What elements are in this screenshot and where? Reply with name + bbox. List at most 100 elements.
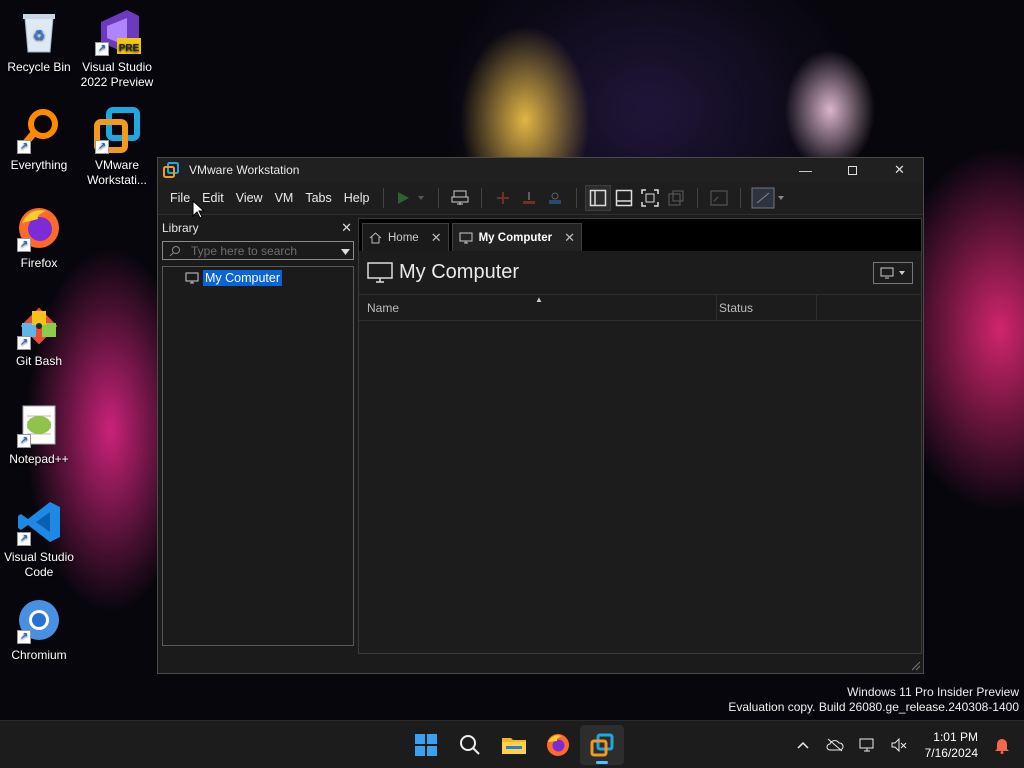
- full-screen-icon: [641, 189, 660, 207]
- computer-icon: [459, 232, 473, 243]
- menu-vm[interactable]: VM: [269, 187, 300, 209]
- title-bar[interactable]: VMware Workstation — ✕: [158, 158, 923, 182]
- everything-search-icon: ↗: [15, 106, 63, 154]
- view-options-button[interactable]: [873, 261, 913, 284]
- minimize-button[interactable]: —: [782, 158, 829, 182]
- window-title: VMware Workstation: [189, 163, 300, 177]
- tab-label: Home: [388, 231, 419, 244]
- menu-view[interactable]: View: [230, 187, 269, 209]
- column-header-row: ▲ Name Status: [359, 295, 921, 321]
- shortcut-arrow-icon: ↗: [17, 238, 31, 252]
- power-on-button[interactable]: [392, 185, 430, 211]
- desktop-icon-label: Everything: [10, 158, 68, 172]
- library-tree: My Computer: [162, 266, 354, 646]
- search-dropdown-button[interactable]: [337, 244, 353, 258]
- mouse-cursor-icon: [192, 200, 204, 219]
- desktop-icon-visual-studio-2022-preview[interactable]: PRE ↗ Visual Studio 2022 Preview: [78, 8, 156, 90]
- menu-toolbar: File Edit View VM Tabs Help: [158, 182, 923, 215]
- notifications-button[interactable]: [986, 736, 1018, 754]
- stretch-guest-icon: [751, 187, 785, 209]
- clock-time: 1:01 PM: [933, 730, 978, 744]
- system-tray: 1:01 PM 7/16/2024: [787, 721, 1024, 768]
- tab-close-icon[interactable]: ✕: [431, 230, 442, 246]
- tab-close-icon[interactable]: ✕: [564, 230, 575, 246]
- send-ctrl-alt-del-button[interactable]: [447, 185, 473, 211]
- column-header-status[interactable]: Status: [717, 295, 817, 320]
- folder-icon: [502, 738, 526, 754]
- snapshot-button[interactable]: [490, 185, 516, 211]
- show-thumbnail-bar-button[interactable]: [611, 185, 637, 211]
- tree-item-label: My Computer: [203, 270, 283, 286]
- library-search-input[interactable]: Type here to search: [181, 244, 337, 258]
- network-tray-button[interactable]: [851, 737, 883, 753]
- firefox-icon: [547, 734, 569, 756]
- library-search-box[interactable]: Type here to search: [162, 241, 354, 260]
- snapshot-manager-button[interactable]: [542, 185, 568, 211]
- library-panel-icon: [590, 189, 607, 207]
- keyboard-icon: [451, 190, 469, 205]
- tab-my-computer[interactable]: My Computer ✕: [451, 223, 582, 251]
- taskbar-search-button[interactable]: [448, 725, 492, 765]
- toolbar-divider: [740, 188, 742, 208]
- desktop-icon-git-bash[interactable]: ↗ Git Bash: [0, 302, 78, 369]
- windows-logo-icon: [415, 734, 437, 756]
- desktop-icon-everything[interactable]: ↗ Everything: [0, 106, 78, 173]
- desktop-icon-label: Recycle Bin: [7, 60, 71, 74]
- full-screen-button[interactable]: [637, 185, 663, 211]
- sort-ascending-icon: ▲: [535, 295, 543, 304]
- close-icon: ✕: [894, 162, 905, 177]
- shortcut-arrow-icon: ↗: [17, 532, 31, 546]
- windows-watermark: Windows 11 Pro Insider Preview Evaluatio…: [728, 685, 1019, 715]
- start-button[interactable]: [404, 725, 448, 765]
- home-icon: [369, 231, 382, 243]
- resize-grip-icon[interactable]: [911, 661, 921, 671]
- console-view-button[interactable]: [706, 185, 732, 211]
- onedrive-tray-button[interactable]: [819, 738, 851, 752]
- shortcut-arrow-icon: ↗: [95, 140, 109, 154]
- library-title: Library: [162, 221, 199, 235]
- recycle-bin-icon: ♻: [15, 8, 63, 56]
- taskbar-vmware-workstation[interactable]: [580, 725, 624, 765]
- search-icon: [460, 735, 480, 755]
- shortcut-arrow-icon: ↗: [17, 434, 31, 448]
- desktop-icon-label: Git Bash: [15, 354, 63, 368]
- desktop-icon-label: Visual Studio Code: [4, 550, 74, 579]
- menu-tabs[interactable]: Tabs: [299, 187, 337, 209]
- maximize-button[interactable]: [829, 158, 876, 182]
- column-label: Status: [719, 300, 754, 315]
- show-hidden-icons-button[interactable]: [787, 741, 819, 749]
- vmware-app-icon: [163, 162, 179, 178]
- library-close-button[interactable]: ✕: [341, 220, 352, 236]
- desktop-icon-firefox[interactable]: ↗ Firefox: [0, 204, 78, 271]
- taskbar-file-explorer[interactable]: [492, 725, 536, 765]
- tree-item-my-computer[interactable]: My Computer: [185, 269, 353, 287]
- desktop-icon-visual-studio-code[interactable]: ↗ Visual Studio Code: [0, 498, 78, 580]
- maximize-icon: [848, 165, 857, 175]
- desktop-icon-chromium[interactable]: ↗ Chromium: [0, 596, 78, 663]
- vmware-icon: [590, 733, 614, 757]
- desktop-icon-label: Notepad++: [9, 452, 69, 466]
- page-header: My Computer: [359, 251, 921, 295]
- taskbar-clock[interactable]: 1:01 PM 7/16/2024: [925, 729, 978, 761]
- unity-icon: [668, 190, 684, 206]
- column-label: Name: [367, 300, 400, 315]
- library-header: Library ✕: [162, 218, 354, 238]
- toolbar-divider: [438, 188, 440, 208]
- minimize-icon: —: [799, 162, 812, 178]
- page-title: My Computer: [399, 261, 520, 283]
- desktop-icon-vmware-workstation[interactable]: ↗ VMware Workstati...: [78, 106, 156, 188]
- play-icon: [398, 192, 425, 204]
- library-panel: Library ✕ Type here to search My Compute…: [162, 218, 354, 651]
- tab-home[interactable]: Home ✕: [362, 223, 449, 251]
- show-library-button[interactable]: [585, 185, 612, 211]
- unity-button[interactable]: [663, 185, 689, 211]
- taskbar-firefox[interactable]: [536, 725, 580, 765]
- vscode-icon: ↗: [15, 498, 63, 546]
- revert-snapshot-button[interactable]: [516, 185, 542, 211]
- desktop-icon-recycle-bin[interactable]: ♻ Recycle Bin: [0, 8, 78, 75]
- volume-tray-button[interactable]: [883, 738, 915, 752]
- close-button[interactable]: ✕: [876, 158, 923, 182]
- stretch-guest-button[interactable]: [749, 185, 787, 211]
- menu-help[interactable]: Help: [338, 187, 376, 209]
- desktop-icon-notepad-plus-plus[interactable]: ↗ Notepad++: [0, 400, 78, 467]
